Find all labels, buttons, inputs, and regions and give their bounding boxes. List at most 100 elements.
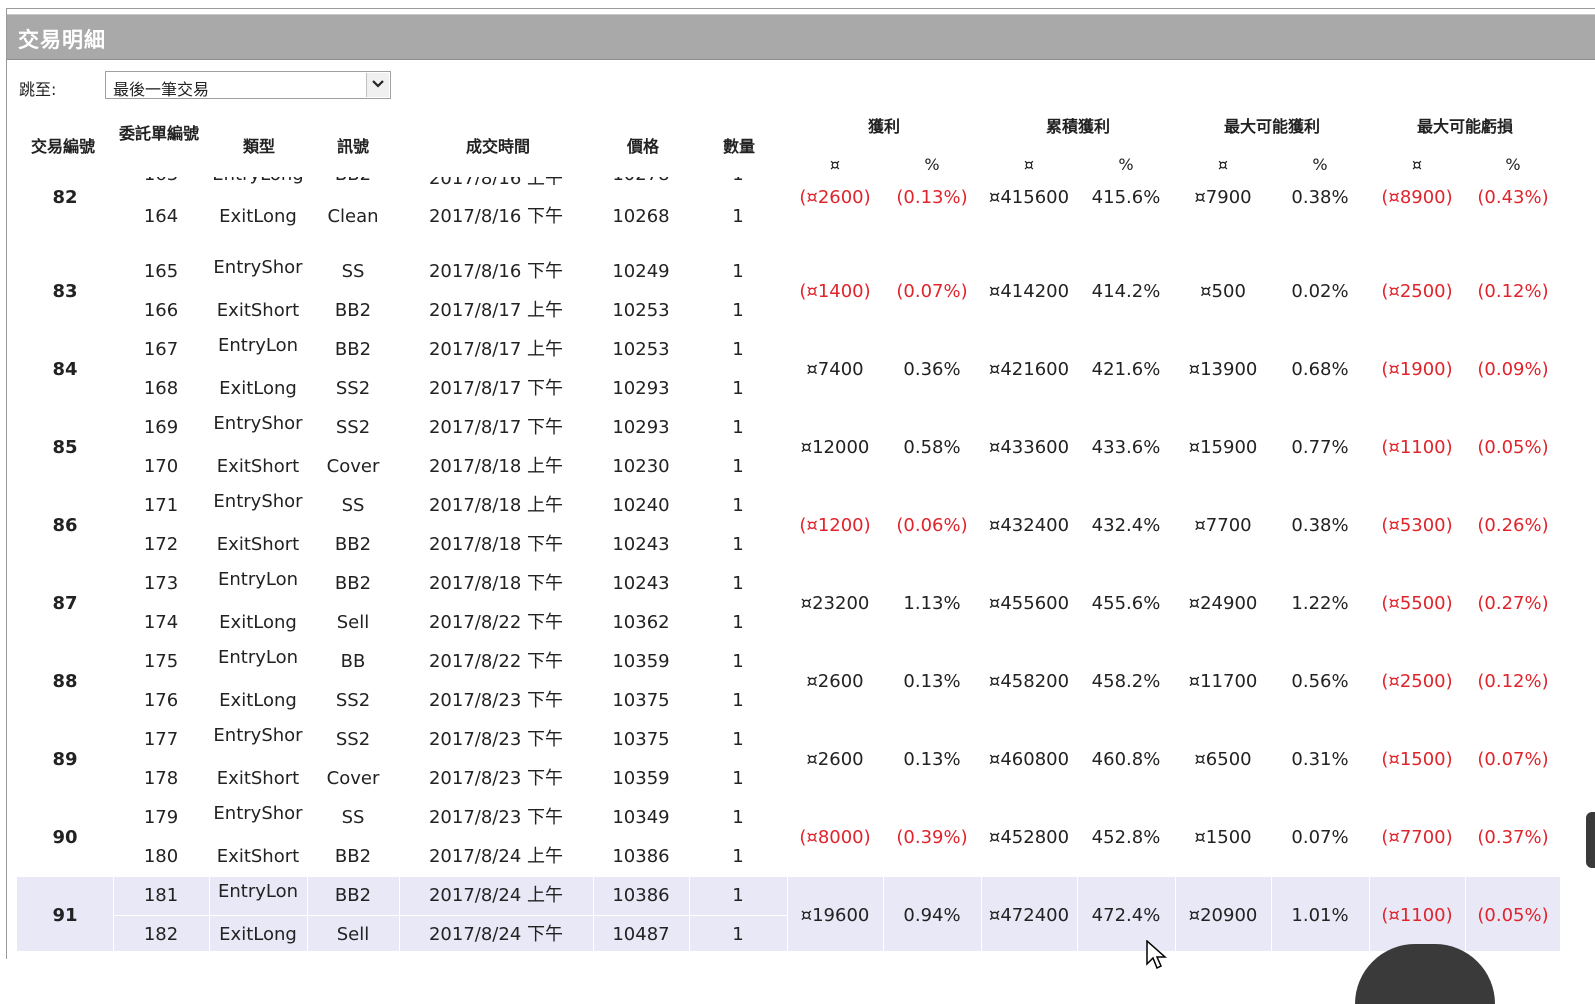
- cell-signal: Cover: [326, 768, 380, 789]
- cell-price: 10386: [612, 885, 670, 906]
- cell-signal: BB: [340, 651, 366, 672]
- cell-order-no: 165: [143, 261, 179, 282]
- cell-max-profit-pct: 0.38%: [1291, 515, 1349, 536]
- cell-type: ExitLong: [219, 612, 297, 633]
- cell-max-loss-pct: (0.37%): [1477, 827, 1549, 848]
- header-signal[interactable]: 訊號: [307, 136, 399, 158]
- cell-price: 10249: [612, 261, 670, 282]
- table-row[interactable]: 90 179 EntryShor SS 2017/8/23 下午 10349 1 180 Exi…: [17, 799, 1560, 877]
- cell-profit-pct: (0.07%): [896, 281, 968, 302]
- cell-type: ExitShort: [216, 768, 300, 789]
- cell-qty: 1: [732, 417, 744, 438]
- cell-profit: (¤1400): [799, 281, 871, 302]
- cell-cum-profit: ¤432400: [988, 515, 1070, 536]
- table-row[interactable]: 84 167 EntryLon BB2 2017/8/17 上午 10253 1 168 Exi…: [17, 331, 1560, 409]
- cell-max-loss-pct: (0.26%): [1477, 515, 1549, 536]
- cell-max-loss: (¤1100): [1381, 437, 1453, 458]
- cell-time: 2017/8/17 上午: [428, 339, 563, 360]
- cell-type: EntryLon: [217, 647, 299, 668]
- table-row[interactable]: 89 177 EntryShor SS2 2017/8/23 下午 10375 1 178 Ex…: [17, 721, 1560, 799]
- header-type[interactable]: 類型: [211, 136, 307, 158]
- cell-price: 10375: [612, 690, 670, 711]
- header-order-no[interactable]: 委託單編號: [117, 123, 201, 145]
- cell-qty: 1: [732, 495, 744, 516]
- header-trade-no[interactable]: 交易編號: [21, 136, 105, 158]
- cell-max-profit: ¤7700: [1194, 515, 1252, 536]
- table-row[interactable]: 83 165 EntryShor SS 2017/8/16 下午 10249 1 166 Exi…: [17, 253, 1560, 331]
- cell-price: 10268: [612, 206, 670, 227]
- cell-max-loss-pct: (0.12%): [1477, 281, 1549, 302]
- cell-time: 2017/8/18 上午: [428, 495, 563, 516]
- header-time[interactable]: 成交時間: [401, 136, 595, 158]
- cell-max-loss: (¤2500): [1381, 671, 1453, 692]
- cell-trade-no: 82: [52, 187, 78, 208]
- table-row[interactable]: 86 171 EntryShor SS 2017/8/18 上午 10240 1 172 Exi…: [17, 487, 1560, 565]
- cell-time: 2017/8/24 上午: [428, 846, 563, 867]
- cell-price: 10253: [612, 339, 670, 360]
- dropdown-button[interactable]: [366, 73, 389, 97]
- header-max-loss[interactable]: 最大可能虧損: [1369, 116, 1561, 138]
- scrollbar-thumb[interactable]: [1586, 812, 1595, 868]
- cell-time: 2017/8/18 上午: [428, 456, 563, 477]
- cell-profit-pct: (0.39%): [896, 827, 968, 848]
- cell-max-loss: (¤2500): [1381, 281, 1453, 302]
- header-max-profit[interactable]: 最大可能獲利: [1175, 116, 1369, 138]
- header-qty[interactable]: 數量: [691, 136, 787, 158]
- cell-type: EntryLon: [217, 335, 299, 356]
- cell-order-no: 177: [143, 729, 179, 750]
- cell-signal: Sell: [336, 612, 370, 633]
- header-maxl-percent: %: [1505, 155, 1521, 174]
- cell-time: 2017/8/16 下午: [428, 206, 563, 227]
- cell-qty: 1: [732, 885, 744, 906]
- cell-profit: ¤2600: [806, 749, 864, 770]
- cell-order-no: 176: [143, 690, 179, 711]
- cell-price: 10293: [612, 417, 670, 438]
- cell-type: ExitLong: [219, 690, 297, 711]
- cell-cum-pct: 455.6%: [1091, 593, 1161, 614]
- cell-signal: BB2: [334, 300, 372, 321]
- cell-max-profit: ¤7900: [1194, 187, 1252, 208]
- table-row[interactable]: 82 164 ExitLong Clean 2017/8/16 下午 10268 1 (¤26…: [17, 179, 1560, 253]
- cell-time: 2017/8/22 下午: [428, 651, 563, 672]
- cell-trade-no: 83: [52, 281, 78, 302]
- cell-profit-pct: 0.13%: [903, 749, 961, 770]
- cell-type: ExitLong: [219, 206, 297, 227]
- cell-qty: 1: [732, 378, 744, 399]
- table-row[interactable]: 87 173 EntryLon BB2 2017/8/18 下午 10243 1 174 Exi…: [17, 565, 1560, 643]
- cell-signal: BB2: [334, 534, 372, 555]
- cell-signal: SS2: [335, 417, 371, 438]
- header-maxl-currency: ¤: [1411, 155, 1423, 174]
- table-row[interactable]: 88 175 EntryLon BB 2017/8/22 下午 10359 1 176 Exit…: [17, 643, 1560, 721]
- cell-cum-profit: ¤415600: [988, 187, 1070, 208]
- cell-type: ExitLong: [219, 924, 297, 945]
- cell-cum-pct: 472.4%: [1091, 905, 1161, 926]
- cell-type: EntryLon: [217, 569, 299, 590]
- cell-price: 10386: [612, 846, 670, 867]
- header-price[interactable]: 價格: [595, 136, 691, 158]
- header-maxp-currency: ¤: [1217, 155, 1229, 174]
- trade-details-window: 交易明細 跳至: 最後一筆交易 交易編號 委託單編號 類型 訊號 成交時間 價格…: [6, 8, 1595, 959]
- cell-max-profit-pct: 0.68%: [1291, 359, 1349, 380]
- header-profit[interactable]: 獲利: [787, 116, 981, 138]
- cell-trade-no: 86: [52, 515, 78, 536]
- cell-time: 2017/8/18 下午: [428, 573, 563, 594]
- table-row-selected[interactable]: 91 181 EntryLon BB2 2017/8/24 上午 10386 1 182 Exi…: [17, 877, 1560, 951]
- cell-profit: ¤7400: [806, 359, 864, 380]
- header-maxp-percent: %: [1312, 155, 1328, 174]
- cell-type: ExitShort: [216, 300, 300, 321]
- mouse-cursor-icon: [1146, 940, 1167, 970]
- cell-trade-no: 91: [52, 905, 78, 926]
- cell-time: 2017/8/16 下午: [428, 261, 563, 282]
- header-cum-profit[interactable]: 累積獲利: [981, 116, 1175, 138]
- cell-cum-profit: ¤452800: [988, 827, 1070, 848]
- cell-qty: 1: [732, 206, 744, 227]
- cell-time: 2017/8/23 下午: [428, 768, 563, 789]
- cell-qty: 1: [732, 807, 744, 828]
- cell-profit-pct: 1.13%: [903, 593, 961, 614]
- cell-max-loss: (¤7700): [1381, 827, 1453, 848]
- jump-to-select[interactable]: 最後一筆交易: [105, 71, 391, 99]
- cell-max-profit: ¤20900: [1188, 905, 1258, 926]
- table-row[interactable]: 85 169 EntryShor SS2 2017/8/17 下午 10293 1 170 Ex…: [17, 409, 1560, 487]
- cell-type: ExitShort: [216, 846, 300, 867]
- cell-order-no: 167: [143, 339, 179, 360]
